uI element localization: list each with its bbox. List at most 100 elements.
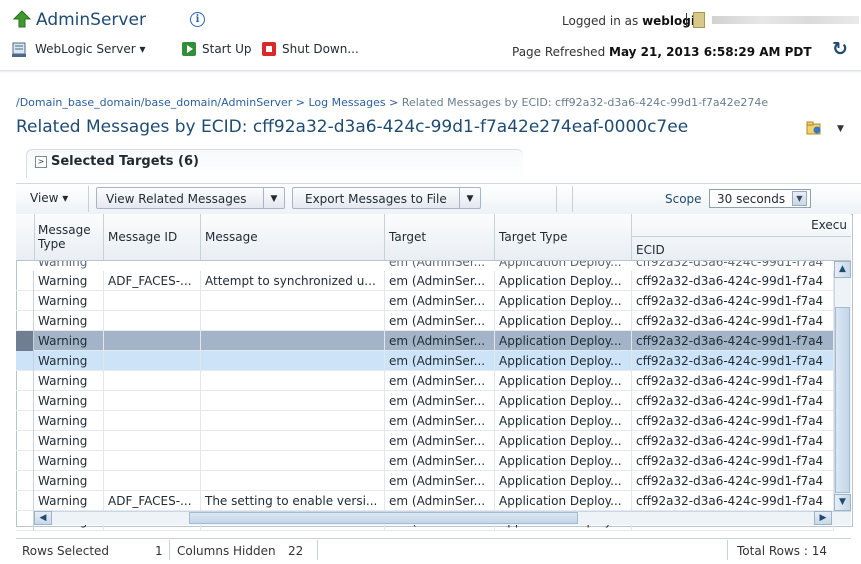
cell-message-type: Warning xyxy=(34,311,104,331)
cell-message-type: Warning xyxy=(34,411,104,431)
cell-ecid: cff92a32-d3a6-424c-99d1-f7a4 xyxy=(632,351,834,371)
cell-message xyxy=(201,291,385,311)
row-header[interactable] xyxy=(16,491,34,511)
cell-message xyxy=(201,451,385,471)
cell-message-id xyxy=(104,451,201,471)
selected-targets-label[interactable]: Selected Targets (6) xyxy=(51,154,199,169)
breadcrumb: /Domain_base_domain/base_domain/AdminSer… xyxy=(16,96,861,109)
cut-row-target-type: Application Deploy... xyxy=(499,261,622,269)
cell-target-type: Application Deploy... xyxy=(495,431,632,451)
row-header[interactable] xyxy=(16,291,34,311)
column-header-message[interactable]: Message xyxy=(201,214,385,260)
export-messages-button[interactable]: Export Messages to File xyxy=(292,187,460,209)
column-header-target-type[interactable]: Target Type xyxy=(495,214,632,260)
cell-target: em (AdminSer... xyxy=(385,471,495,491)
cell-message xyxy=(201,471,385,491)
horizontal-scroll-thumb[interactable] xyxy=(189,512,578,524)
chevron-down-icon[interactable]: ▼ xyxy=(837,124,844,134)
server-title[interactable]: AdminServer xyxy=(36,10,146,30)
cell-ecid: cff92a32-d3a6-424c-99d1-f7a4 xyxy=(632,391,834,411)
cell-message-type: Warning xyxy=(34,291,104,311)
row-header[interactable] xyxy=(16,471,34,491)
cell-message-id xyxy=(104,311,201,331)
cell-message-id xyxy=(104,411,201,431)
refreshed-time: May 21, 2013 6:58:29 AM PDT xyxy=(609,45,812,59)
home-arrow-icon xyxy=(13,10,31,28)
scroll-up-icon[interactable]: ▲ xyxy=(834,261,851,278)
toolbar-separator xyxy=(88,186,89,212)
cell-message xyxy=(201,311,385,331)
cell-message-id xyxy=(104,391,201,411)
row-header[interactable] xyxy=(16,411,34,431)
breadcrumb-link-log-messages[interactable]: Log Messages xyxy=(309,96,386,109)
cell-target-type: Application Deploy... xyxy=(495,471,632,491)
chevron-down-icon[interactable]: ▼ xyxy=(792,191,807,206)
scroll-down-icon[interactable]: ▼ xyxy=(834,494,851,511)
cell-target-type: Application Deploy... xyxy=(495,351,632,371)
cell-message: Attempt to synchronized u... xyxy=(201,271,385,291)
start-up-button[interactable]: Start Up xyxy=(202,42,252,56)
scroll-right-icon[interactable]: ▶ xyxy=(814,511,832,525)
cell-message xyxy=(201,331,385,351)
row-header[interactable] xyxy=(16,311,34,331)
refreshed-prefix: Page Refreshed xyxy=(512,45,606,59)
cell-message-type: Warning xyxy=(34,271,104,291)
row-header[interactable] xyxy=(16,351,34,371)
column-header-message-id[interactable]: Message ID xyxy=(104,214,201,260)
column-header-ecid[interactable]: ECID xyxy=(632,237,851,260)
cell-target-type: Application Deploy... xyxy=(495,411,632,431)
scroll-left-icon[interactable]: ◀ xyxy=(34,511,52,525)
expand-toggle-icon[interactable]: > xyxy=(35,156,47,168)
cell-target-type: Application Deploy... xyxy=(495,331,632,351)
row-header[interactable] xyxy=(16,451,34,471)
cell-message-id: ADF_FACES-... xyxy=(104,491,201,511)
cell-message xyxy=(201,371,385,391)
cell-ecid: cff92a32-d3a6-424c-99d1-f7a4 xyxy=(632,491,834,511)
logged-in-prefix: Logged in as xyxy=(562,14,639,28)
cell-target-type: Application Deploy... xyxy=(495,391,632,411)
vertical-scroll-thumb[interactable] xyxy=(835,307,850,493)
cut-row-target: em (AdminSer... xyxy=(389,261,486,269)
cell-message-type: Warning xyxy=(34,451,104,471)
cell-message-id xyxy=(104,471,201,491)
cell-target-type: Application Deploy... xyxy=(495,291,632,311)
cell-message-type: Warning xyxy=(34,431,104,451)
cell-target: em (AdminSer... xyxy=(385,331,495,351)
view-menu[interactable]: View ▾ xyxy=(30,191,68,205)
export-dropdown[interactable]: ▼ xyxy=(459,187,481,209)
row-header[interactable] xyxy=(16,271,34,291)
cell-target: em (AdminSer... xyxy=(385,291,495,311)
row-header[interactable] xyxy=(16,371,34,391)
shut-down-icon[interactable] xyxy=(262,42,276,56)
cell-target-type: Application Deploy... xyxy=(495,271,632,291)
view-related-dropdown[interactable]: ▼ xyxy=(263,187,285,209)
shut-down-button[interactable]: Shut Down... xyxy=(282,42,359,56)
columns-hidden-label: Columns Hidden xyxy=(177,544,276,558)
refresh-icon[interactable]: ↻ xyxy=(832,40,848,59)
column-header-message-type[interactable]: Message Type xyxy=(34,214,104,260)
weblogic-server-menu[interactable]: WebLogic Server ▾ xyxy=(35,42,146,56)
row-header[interactable] xyxy=(16,511,34,531)
logged-in-text: Logged in as weblogic xyxy=(562,14,702,28)
target-navigation-icon[interactable] xyxy=(806,121,822,135)
breadcrumb-link-server[interactable]: /Domain_base_domain/base_domain/AdminSer… xyxy=(16,96,292,109)
cell-message-type: Warning xyxy=(34,331,104,351)
column-header-target[interactable]: Target xyxy=(385,214,495,260)
view-related-messages-button[interactable]: View Related Messages xyxy=(96,187,264,209)
cell-ecid: cff92a32-d3a6-424c-99d1-f7a4 xyxy=(632,431,834,451)
cell-message-type: Warning xyxy=(34,351,104,371)
row-header[interactable] xyxy=(16,331,34,351)
start-up-icon[interactable] xyxy=(182,42,196,56)
cell-message-id: ADF_FACES-... xyxy=(104,271,201,291)
column-group-execution: Execu xyxy=(632,214,851,237)
cell-ecid: cff92a32-d3a6-424c-99d1-f7a4 xyxy=(632,451,834,471)
cell-target: em (AdminSer... xyxy=(385,271,495,291)
info-icon[interactable]: i xyxy=(190,12,205,27)
cell-message-type: Warning xyxy=(34,371,104,391)
cell-target-type: Application Deploy... xyxy=(495,491,632,511)
footer-separator xyxy=(169,540,170,560)
row-header[interactable] xyxy=(16,431,34,451)
row-header[interactable] xyxy=(16,391,34,411)
cut-row-type: Warning xyxy=(38,261,88,269)
cell-ecid: cff92a32-d3a6-424c-99d1-f7a4 xyxy=(632,411,834,431)
